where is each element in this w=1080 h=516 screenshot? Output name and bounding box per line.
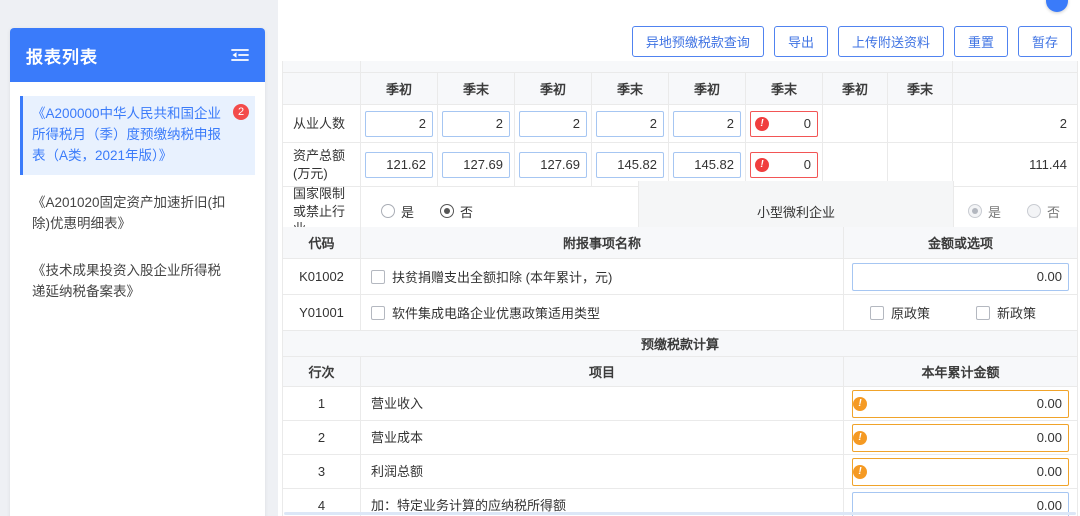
operating-revenue-input[interactable]	[852, 390, 1069, 418]
toolbar: 异地预缴税款查询 导出 上传附送资料 重置 暂存	[278, 0, 1080, 61]
row-label: 从业人数	[283, 105, 361, 143]
period-header: 季末	[888, 73, 953, 105]
upload-attachments-button[interactable]: 上传附送资料	[838, 26, 944, 57]
software-ic-policy-label: 软件集成电路企业优惠政策适用类型	[392, 303, 600, 322]
period-header: 季初	[823, 73, 888, 105]
sidebar-item-a201020[interactable]: 《A201020固定资产加速折旧(扣除)优惠明细表》	[20, 185, 255, 243]
item-label: 营业收入	[361, 387, 844, 421]
warning-icon	[853, 397, 867, 411]
tax-calc-section-title: 预缴税款计算	[283, 331, 1078, 357]
line-number: 3	[283, 455, 361, 489]
table-row-y01001: Y01001 软件集成电路企业优惠政策适用类型 原政策 新政策	[283, 295, 1080, 331]
period-header: 季初	[669, 73, 746, 105]
addendum-table-header: 代码 附报事项名称 金额或选项	[283, 227, 1080, 259]
line-number: 2	[283, 421, 361, 455]
table-row-k01002: K01002 扶贫捐赠支出全额扣除 (本年累计，元)	[283, 259, 1080, 295]
restricted-yes-label: 是	[401, 202, 414, 221]
software-ic-policy-checkbox[interactable]	[371, 306, 385, 320]
warning-icon	[853, 465, 867, 479]
line-number-header: 行次	[283, 357, 361, 387]
assets-q1-start-input[interactable]	[365, 152, 433, 178]
quarter-table-header-top: 项目 季度平均值	[283, 61, 1080, 73]
sidebar-header: 报表列表	[10, 28, 265, 82]
report-title: 《A201020固定资产加速折旧(扣除)优惠明细表》	[32, 195, 226, 231]
error-warning-icon	[755, 158, 769, 172]
old-policy-label: 原政策	[891, 303, 930, 322]
employees-q1-start-input[interactable]	[365, 111, 433, 137]
employees-q1-end-input[interactable]	[442, 111, 510, 137]
period-header: 季末	[746, 73, 823, 105]
tax-calc-section: 预缴税款计算	[283, 331, 1080, 357]
report-title: 《技术成果投资入股企业所得税递延纳税备案表》	[32, 263, 221, 299]
period-header: 季末	[592, 73, 669, 105]
table-row-total-profit: 3 利润总额	[283, 455, 1080, 489]
new-policy-label: 新政策	[997, 303, 1036, 322]
sidebar-item-a200000[interactable]: 《A200000中华人民共和国企业所得税月（季）度预缴纳税申报表（A类，2021…	[20, 96, 255, 175]
item-label: 利润总额	[361, 455, 844, 489]
item-header: 项目	[361, 357, 844, 387]
operating-cost-input[interactable]	[852, 424, 1069, 452]
table-row-restricted-industry: 国家限制或禁止行业 是 否 小型微利企业 是 否	[283, 181, 1080, 227]
poverty-donation-amount-input[interactable]	[852, 263, 1069, 291]
code-header: 代码	[283, 227, 361, 259]
line-number: 1	[283, 387, 361, 421]
employees-q3-start-input[interactable]	[673, 111, 741, 137]
report-list: 《A200000中华人民共和国企业所得税月（季）度预缴纳税申报表（A类，2021…	[10, 82, 265, 334]
assets-q1-end-input[interactable]	[442, 152, 510, 178]
employees-q2-end-input[interactable]	[596, 111, 664, 137]
item-code: K01002	[283, 259, 361, 295]
amount-option-header: 金额或选项	[844, 227, 1078, 259]
export-button[interactable]: 导出	[774, 26, 828, 57]
sidebar-item-tech-investment[interactable]: 《技术成果投资入股企业所得税递延纳税备案表》	[20, 253, 255, 311]
item-code: Y01001	[283, 295, 361, 331]
assets-q2-end-input[interactable]	[596, 152, 664, 178]
table-row-operating-revenue: 1 营业收入	[283, 387, 1080, 421]
table-row-operating-cost: 2 营业成本	[283, 421, 1080, 455]
horizontal-scrollbar[interactable]	[284, 512, 1076, 515]
report-list-sidebar: 报表列表 《A200000中华人民共和国企业所得税月（季）度预缴纳税申报表（A类…	[10, 28, 265, 516]
reset-button[interactable]: 重置	[954, 26, 1008, 57]
table-row-total-assets: 资产总额 (万元) 111.44	[283, 143, 1080, 181]
sidebar-title: 报表列表	[26, 43, 98, 68]
employees-average-value: 2	[953, 105, 1078, 143]
assets-q3-start-input[interactable]	[673, 152, 741, 178]
item-name-header: 附报事项名称	[361, 227, 844, 259]
form-table: 项目 季度平均值 季初 季末 季初 季末 季初 季末 季初 季末 从业人数	[282, 61, 1080, 516]
tax-calc-header: 行次 项目 本年累计金额	[283, 357, 1080, 387]
total-profit-input[interactable]	[852, 458, 1069, 486]
remote-prepaid-tax-query-button[interactable]: 异地预缴税款查询	[632, 26, 764, 57]
small-micro-no-radio[interactable]	[1027, 204, 1041, 218]
new-policy-checkbox[interactable]	[976, 306, 990, 320]
collapse-sidebar-icon[interactable]	[231, 48, 249, 62]
save-draft-button[interactable]: 暂存	[1018, 26, 1072, 57]
item-label: 营业成本	[361, 421, 844, 455]
corner-header: 项目	[283, 61, 361, 73]
employees-q2-start-input[interactable]	[519, 111, 587, 137]
old-policy-checkbox[interactable]	[870, 306, 884, 320]
quarter-average-header: 季度平均值	[953, 61, 1078, 73]
error-warning-icon	[755, 117, 769, 131]
period-header: 季初	[361, 73, 438, 105]
assets-q2-start-input[interactable]	[519, 152, 587, 178]
quarter-table-header-periods: 季初 季末 季初 季末 季初 季末 季初 季末	[283, 73, 1080, 105]
poverty-donation-checkbox[interactable]	[371, 270, 385, 284]
restricted-yes-radio[interactable]	[381, 204, 395, 218]
period-header: 季末	[438, 73, 515, 105]
small-micro-yes-label: 是	[988, 202, 1001, 221]
quarter-group-header	[361, 61, 953, 73]
period-header: 季初	[515, 73, 592, 105]
restricted-no-label: 否	[460, 202, 473, 221]
small-micro-yes-radio[interactable]	[968, 204, 982, 218]
small-micro-no-label: 否	[1047, 202, 1060, 221]
poverty-donation-label: 扶贫捐赠支出全额扣除 (本年累计，元)	[392, 267, 612, 286]
warning-icon	[853, 431, 867, 445]
error-count-badge: 2	[233, 104, 249, 120]
report-title: 《A200000中华人民共和国企业所得税月（季）度预缴纳税申报表（A类，2021…	[32, 106, 221, 163]
restricted-no-radio[interactable]	[440, 204, 454, 218]
table-row-employees: 从业人数 2	[283, 105, 1080, 143]
form-main-panel: 异地预缴税款查询 导出 上传附送资料 重置 暂存 项目 季度平均值 季初 季末 …	[278, 0, 1080, 516]
ytd-amount-header: 本年累计金额	[844, 357, 1078, 387]
